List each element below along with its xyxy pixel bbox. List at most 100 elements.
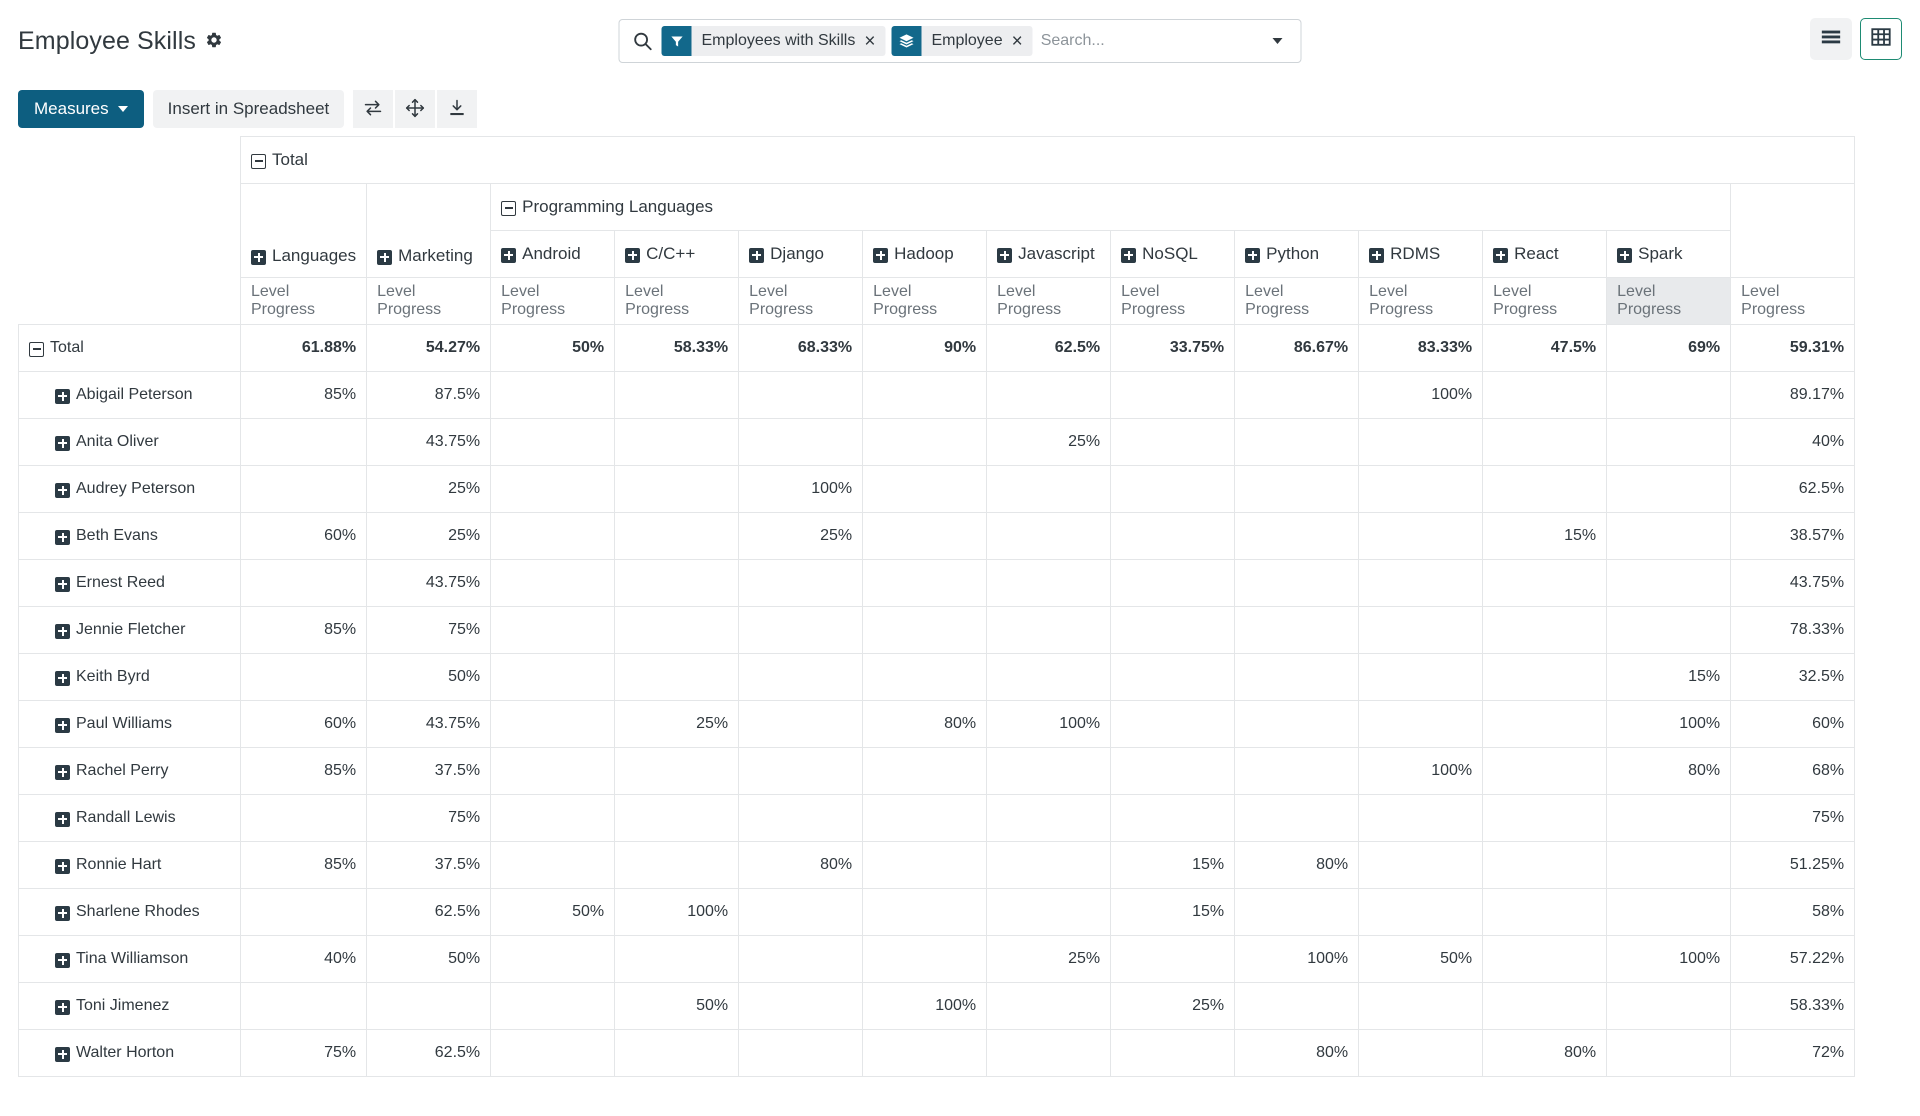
row-header-audrey-peterson[interactable]: Audrey Peterson xyxy=(18,465,241,513)
pivot-cell[interactable]: 40% xyxy=(239,935,368,983)
pivot-cell[interactable]: 50% xyxy=(490,888,616,936)
pivot-cell[interactable]: 62.5% xyxy=(366,888,492,936)
pivot-cell[interactable] xyxy=(986,747,1112,795)
pivot-cell[interactable] xyxy=(1606,559,1732,607)
measure-header[interactable]: Level Progress xyxy=(366,277,492,325)
pivot-cell[interactable] xyxy=(1482,747,1608,795)
pivot-cell[interactable]: 80% xyxy=(1234,841,1360,889)
pivot-cell[interactable]: 25% xyxy=(366,465,492,513)
pivot-cell[interactable]: 50% xyxy=(366,653,492,701)
pivot-cell[interactable] xyxy=(986,653,1112,701)
pivot-cell[interactable]: 80% xyxy=(862,700,988,748)
pivot-cell[interactable] xyxy=(986,559,1112,607)
pivot-cell[interactable] xyxy=(1358,841,1484,889)
pivot-cell[interactable] xyxy=(490,982,616,1030)
pivot-cell[interactable] xyxy=(986,465,1112,513)
pivot-cell[interactable] xyxy=(986,1029,1112,1077)
row-header-walter-horton[interactable]: Walter Horton xyxy=(18,1029,241,1077)
pivot-row-total-cell[interactable]: 58.33% xyxy=(1730,982,1856,1030)
pivot-cell[interactable] xyxy=(1234,794,1360,842)
pivot-row-total-cell[interactable]: 58% xyxy=(1730,888,1856,936)
pivot-cell[interactable]: 80% xyxy=(738,841,864,889)
column-header-languages[interactable]: Languages xyxy=(239,183,368,278)
expand-icon[interactable] xyxy=(1369,247,1385,263)
column-header-hadoop[interactable]: Hadoop xyxy=(862,230,988,278)
search-facet-groupby[interactable]: Employee × xyxy=(891,26,1033,56)
pivot-cell[interactable]: 15% xyxy=(1110,841,1236,889)
pivot-cell[interactable]: 85% xyxy=(239,606,368,654)
pivot-row-total-cell[interactable]: 89.17% xyxy=(1730,371,1856,419)
pivot-cell[interactable] xyxy=(490,606,616,654)
measure-header[interactable]: Level Progress xyxy=(490,277,616,325)
pivot-cell[interactable] xyxy=(1110,653,1236,701)
pivot-cell[interactable] xyxy=(490,512,616,560)
pivot-cell[interactable] xyxy=(614,1029,740,1077)
collapse-icon[interactable] xyxy=(501,200,517,216)
pivot-cell[interactable] xyxy=(738,747,864,795)
measure-header[interactable]: Level Progress xyxy=(862,277,988,325)
pivot-cell[interactable]: 25% xyxy=(986,418,1112,466)
expand-icon[interactable] xyxy=(251,249,266,265)
expand-icon[interactable] xyxy=(55,623,70,639)
pivot-cell[interactable] xyxy=(1358,418,1484,466)
pivot-cell[interactable]: 50% xyxy=(1358,935,1484,983)
pivot-cell[interactable]: 100% xyxy=(1358,747,1484,795)
pivot-cell[interactable] xyxy=(1358,982,1484,1030)
search-facet-filter-remove[interactable]: × xyxy=(864,32,885,51)
column-header-rdms[interactable]: RDMS xyxy=(1358,230,1484,278)
pivot-cell[interactable]: 15% xyxy=(1482,512,1608,560)
column-header-python[interactable]: Python xyxy=(1234,230,1360,278)
pivot-cell[interactable] xyxy=(986,794,1112,842)
search-input[interactable] xyxy=(1038,31,1261,51)
pivot-cell[interactable] xyxy=(614,371,740,419)
pivot-cell[interactable] xyxy=(986,371,1112,419)
pivot-cell[interactable]: 37.5% xyxy=(366,841,492,889)
pivot-cell[interactable] xyxy=(239,653,368,701)
column-group-programming-languages[interactable]: Programming Languages xyxy=(490,183,1732,231)
pivot-row-total-cell[interactable]: 40% xyxy=(1730,418,1856,466)
pivot-cell[interactable] xyxy=(738,982,864,1030)
row-header-ronnie-hart[interactable]: Ronnie Hart xyxy=(18,841,241,889)
pivot-cell[interactable] xyxy=(1358,606,1484,654)
pivot-cell[interactable] xyxy=(239,465,368,513)
pivot-cell[interactable] xyxy=(738,794,864,842)
pivot-cell[interactable] xyxy=(490,653,616,701)
pivot-cell[interactable]: 25% xyxy=(366,512,492,560)
pivot-cell[interactable]: 69% xyxy=(1606,324,1732,372)
pivot-cell[interactable] xyxy=(1234,653,1360,701)
row-header-anita-oliver[interactable]: Anita Oliver xyxy=(18,418,241,466)
pivot-cell[interactable]: 62.5% xyxy=(366,1029,492,1077)
measure-header[interactable]: Level Progress xyxy=(738,277,864,325)
pivot-cell[interactable]: 58.33% xyxy=(614,324,740,372)
pivot-cell[interactable] xyxy=(1606,794,1732,842)
pivot-cell[interactable]: 54.27% xyxy=(366,324,492,372)
pivot-cell[interactable] xyxy=(1482,559,1608,607)
pivot-cell[interactable]: 100% xyxy=(862,982,988,1030)
measure-header[interactable]: Level Progress xyxy=(1606,277,1732,325)
pivot-cell[interactable] xyxy=(1606,1029,1732,1077)
measure-header[interactable]: Level Progress xyxy=(239,277,368,325)
pivot-cell[interactable] xyxy=(490,700,616,748)
pivot-cell[interactable] xyxy=(614,559,740,607)
expand-icon[interactable] xyxy=(55,952,70,968)
pivot-cell[interactable] xyxy=(1110,512,1236,560)
pivot-row-total-cell[interactable]: 57.22% xyxy=(1730,935,1856,983)
pivot-cell[interactable] xyxy=(1358,512,1484,560)
expand-icon[interactable] xyxy=(55,576,70,592)
gear-icon[interactable] xyxy=(205,31,223,52)
pivot-cell[interactable]: 80% xyxy=(1482,1029,1608,1077)
row-header-tina-williamson[interactable]: Tina Williamson xyxy=(18,935,241,983)
pivot-cell[interactable]: 25% xyxy=(738,512,864,560)
pivot-cell[interactable] xyxy=(1358,700,1484,748)
expand-all-button[interactable] xyxy=(395,90,436,128)
pivot-cell[interactable] xyxy=(862,653,988,701)
pivot-cell[interactable]: 100% xyxy=(986,700,1112,748)
expand-icon[interactable] xyxy=(1121,247,1137,263)
pivot-cell[interactable] xyxy=(986,841,1112,889)
measure-header[interactable]: Level Progress xyxy=(1234,277,1360,325)
pivot-cell[interactable] xyxy=(1358,653,1484,701)
pivot-cell[interactable]: 15% xyxy=(1110,888,1236,936)
pivot-cell[interactable] xyxy=(239,888,368,936)
column-header-c-c-[interactable]: C/C++ xyxy=(614,230,740,278)
pivot-cell[interactable] xyxy=(1110,559,1236,607)
